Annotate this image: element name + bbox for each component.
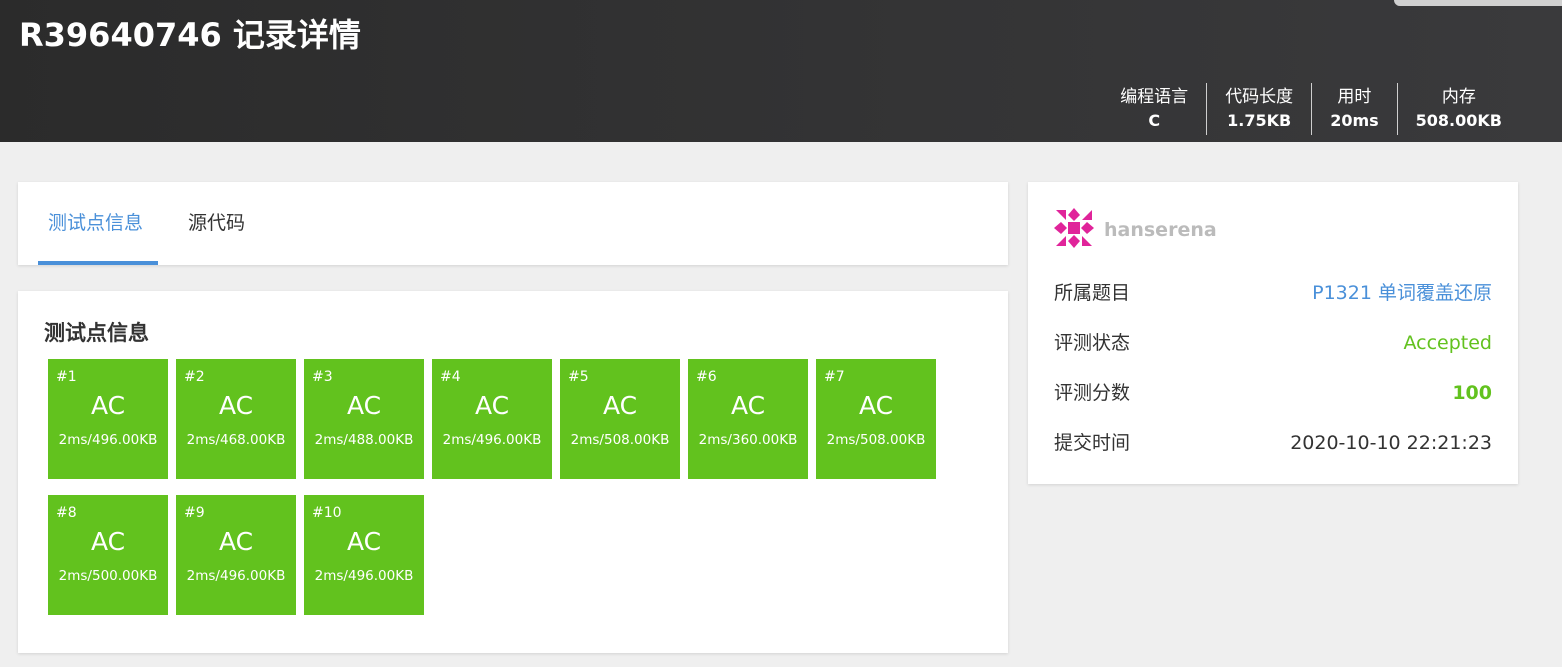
test-case-status: AC	[90, 391, 126, 420]
test-case-number: #7	[824, 369, 845, 385]
test-cases-title: 测试点信息	[44, 321, 149, 345]
stat-label: 编程语言	[1120, 87, 1189, 107]
problem-link[interactable]: P1321 单词覆盖还原	[1312, 278, 1492, 308]
stat-code-length: 代码长度 1.75KB	[1206, 83, 1311, 135]
test-cases-panel: 测试点信息 #1 AC 2ms/496.00KB #2 AC 2ms/468.0…	[18, 291, 1008, 653]
header-corner-tab	[1394, 0, 1562, 6]
test-case-number: #4	[440, 369, 461, 385]
test-case-status: AC	[90, 527, 126, 556]
test-case-number: #3	[312, 369, 333, 385]
test-case[interactable]: #6 AC 2ms/360.00KB	[688, 359, 808, 479]
test-case-status: AC	[346, 391, 382, 420]
page-header: R39640746 记录详情 编程语言 C 代码长度 1.75KB 用时 20m…	[0, 0, 1562, 142]
test-case-status: AC	[218, 391, 254, 420]
test-case[interactable]: #4 AC 2ms/496.00KB	[432, 359, 552, 479]
test-case-status: AC	[730, 391, 766, 420]
stat-value: 508.00KB	[1415, 111, 1502, 130]
stat-label: 用时	[1337, 87, 1372, 107]
test-case-result: 2ms/360.00KB	[698, 432, 798, 448]
test-case-number: #8	[56, 505, 77, 521]
active-tab-indicator	[38, 261, 158, 265]
stat-value: C	[1148, 111, 1161, 130]
test-case-result: 2ms/508.00KB	[826, 432, 926, 448]
test-case-status: AC	[346, 527, 382, 556]
stat-language: 编程语言 C	[1102, 83, 1206, 135]
avatar-icon[interactable]	[1054, 208, 1094, 248]
test-case-result: 2ms/496.00KB	[186, 568, 286, 584]
info-label: 提交时间	[1054, 432, 1131, 454]
test-case-result: 2ms/500.00KB	[58, 568, 158, 584]
test-case[interactable]: #9 AC 2ms/496.00KB	[176, 495, 296, 615]
submission-stats: 编程语言 C 代码长度 1.75KB 用时 20ms 内存 508.00KB	[1102, 83, 1520, 135]
test-case-result: 2ms/468.00KB	[186, 432, 286, 448]
stat-label: 内存	[1441, 87, 1476, 107]
test-case[interactable]: #10 AC 2ms/496.00KB	[304, 495, 424, 615]
stat-value: 20ms	[1330, 111, 1379, 130]
test-case[interactable]: #2 AC 2ms/468.00KB	[176, 359, 296, 479]
test-case-number: #2	[184, 369, 205, 385]
info-row-score: 评测分数 100	[1054, 378, 1492, 408]
test-case-number: #10	[312, 505, 342, 521]
test-case-result: 2ms/496.00KB	[58, 432, 158, 448]
submission-info-panel: hanserena 所属题目 P1321 单词覆盖还原 评测状态 Accepte…	[1028, 182, 1518, 484]
score-value: 100	[1452, 382, 1492, 404]
page-title: R39640746 记录详情	[19, 16, 361, 54]
stat-value: 1.75KB	[1227, 111, 1292, 130]
test-case[interactable]: #8 AC 2ms/500.00KB	[48, 495, 168, 615]
test-case-status: AC	[602, 391, 638, 420]
test-case[interactable]: #3 AC 2ms/488.00KB	[304, 359, 424, 479]
info-row-problem: 所属题目 P1321 单词覆盖还原	[1054, 278, 1492, 308]
info-label: 评测状态	[1054, 332, 1131, 354]
test-case-status: AC	[474, 391, 510, 420]
test-case-result: 2ms/488.00KB	[314, 432, 414, 448]
test-case-number: #6	[696, 369, 717, 385]
test-case-number: #5	[568, 369, 589, 385]
test-case-number: #1	[56, 369, 77, 385]
test-case-number: #9	[184, 505, 205, 521]
test-case[interactable]: #1 AC 2ms/496.00KB	[48, 359, 168, 479]
test-case[interactable]: #5 AC 2ms/508.00KB	[560, 359, 680, 479]
test-case-result: 2ms/496.00KB	[314, 568, 414, 584]
test-case-status: AC	[858, 391, 894, 420]
stat-time: 用时 20ms	[1311, 83, 1396, 135]
info-label: 评测分数	[1054, 382, 1131, 404]
tab-test-info[interactable]: 测试点信息	[48, 182, 143, 265]
username[interactable]: hanserena	[1104, 219, 1217, 241]
tab-bar: 测试点信息 源代码	[18, 182, 1008, 265]
info-row-submit-time: 提交时间 2020-10-10 22:21:23	[1054, 428, 1492, 458]
test-case[interactable]: #7 AC 2ms/508.00KB	[816, 359, 936, 479]
submit-time-value: 2020-10-10 22:21:23	[1290, 432, 1492, 454]
test-case-result: 2ms/508.00KB	[570, 432, 670, 448]
stat-label: 代码长度	[1225, 87, 1294, 107]
stat-memory: 内存 508.00KB	[1396, 83, 1520, 135]
test-case-result: 2ms/496.00KB	[442, 432, 542, 448]
status-value: Accepted	[1403, 332, 1492, 354]
tab-source-code[interactable]: 源代码	[188, 182, 245, 265]
info-row-status: 评测状态 Accepted	[1054, 328, 1492, 358]
info-label: 所属题目	[1054, 282, 1131, 304]
test-case-status: AC	[218, 527, 254, 556]
